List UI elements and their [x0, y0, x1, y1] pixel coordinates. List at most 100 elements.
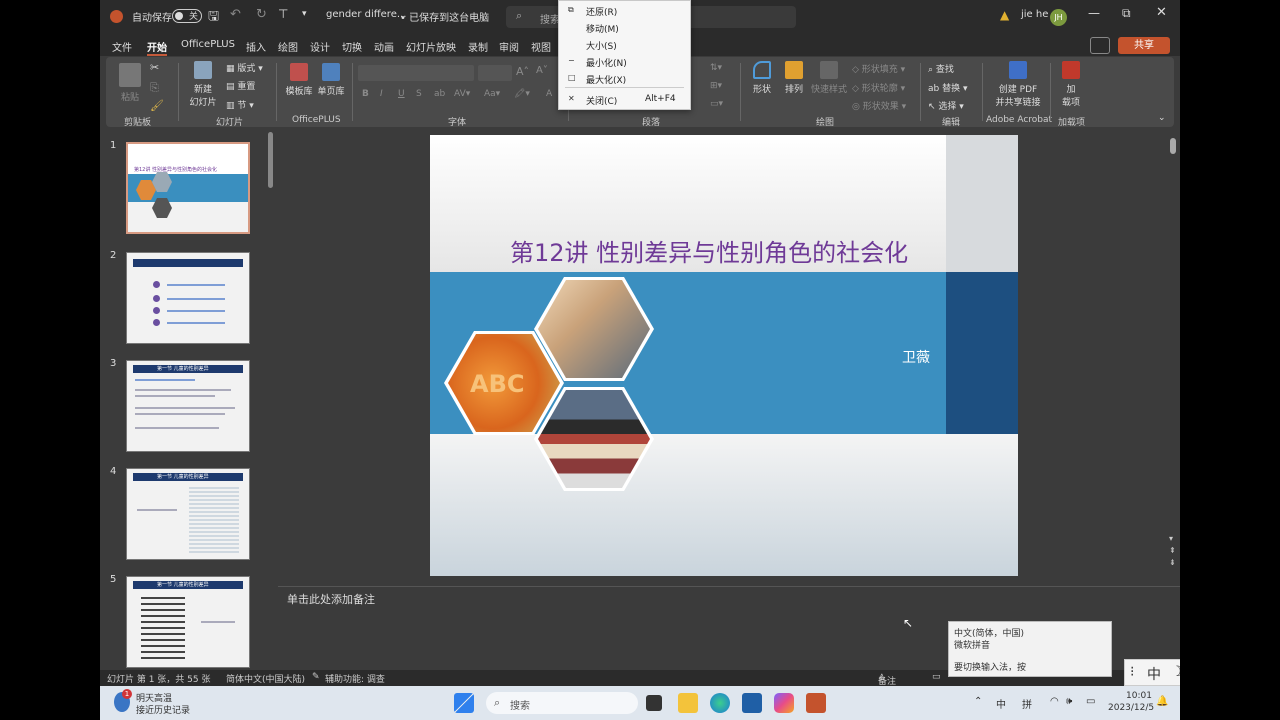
menu-item-move[interactable]: 移动(M) — [559, 19, 690, 36]
quick-styles-button[interactable]: 快速样式 — [810, 61, 848, 95]
shape-outline-button[interactable]: ◇ 形状轮廓 ▾ — [852, 81, 905, 94]
template-library-button[interactable]: 模板库 — [284, 63, 314, 97]
font-color-icon[interactable]: A — [546, 89, 552, 99]
addins-button[interactable]: 加 载项 — [1058, 61, 1084, 108]
customize-qat-icon[interactable]: ▾ — [302, 9, 307, 19]
ime-lang-2[interactable]: 拼 — [1022, 696, 1032, 711]
font-size-select[interactable] — [478, 65, 512, 81]
create-pdf-button[interactable]: 创建 PDF 并共享链接 — [992, 61, 1044, 108]
normal-view-icon[interactable]: ▭ — [932, 672, 941, 682]
replace-button[interactable]: ab 替换 ▾ — [928, 81, 968, 94]
wifi-icon[interactable]: ◠ — [1050, 696, 1059, 707]
select-button[interactable]: ↖ 选择 ▾ — [928, 99, 964, 112]
menu-item-size[interactable]: 大小(S) — [559, 36, 690, 53]
tab-view[interactable]: 视图 — [531, 39, 551, 54]
tab-slideshow[interactable]: 幻灯片放映 — [406, 39, 456, 54]
taskbar-search[interactable]: ⌕ 搜索 — [486, 692, 638, 714]
file-name[interactable]: gender differe... — [326, 9, 406, 20]
start-windows-icon[interactable] — [454, 693, 474, 713]
redo-icon[interactable]: ↻ — [256, 7, 267, 22]
strikethrough-icon[interactable]: S — [416, 89, 422, 99]
menu-item-maximize[interactable]: □ 最大化(X) — [559, 70, 690, 87]
char-spacing-icon[interactable]: ab — [434, 89, 445, 99]
thumbnail-slide-1[interactable]: 第12讲 性别差异与性别角色的社会化 — [126, 142, 250, 234]
grow-font-icon[interactable]: A˄ — [516, 65, 529, 78]
copilot-icon[interactable] — [774, 693, 794, 713]
tab-design[interactable]: 设计 — [310, 39, 330, 54]
reset-button[interactable]: ▤ 重置 — [226, 79, 255, 92]
format-painter-icon[interactable]: 🖌 — [150, 99, 164, 112]
clock-time[interactable]: 10:01 — [1126, 691, 1152, 701]
ime-mode-toggle[interactable]: 中 — [1147, 664, 1161, 684]
file-explorer-icon[interactable] — [678, 693, 698, 713]
shrink-font-icon[interactable]: A˅ — [536, 65, 548, 76]
language-status[interactable]: 简体中文(中国大陆) — [226, 672, 305, 685]
copy-icon[interactable]: ⎘ — [150, 81, 159, 95]
font-name-select[interactable] — [358, 65, 474, 81]
share-button[interactable]: 共享 — [1118, 37, 1170, 54]
highlight-icon[interactable]: 🖍▾ — [514, 89, 530, 99]
store-icon[interactable] — [742, 693, 762, 713]
powerpoint-taskbar-icon[interactable] — [806, 693, 826, 713]
cut-icon[interactable]: ✂ — [150, 61, 159, 74]
tab-insert[interactable]: 插入 — [246, 39, 266, 54]
volume-icon[interactable]: 🕪 — [1066, 696, 1072, 707]
present-icon[interactable]: ⊤ — [278, 7, 288, 21]
italic-icon[interactable]: I — [380, 89, 383, 99]
menu-item-restore[interactable]: ⧉ 还原(R) — [559, 2, 690, 19]
shape-effects-button[interactable]: ◎ 形状效果 ▾ — [852, 99, 906, 112]
ime-moon-icon[interactable]: ☽ — [1171, 664, 1180, 680]
edge-icon[interactable] — [710, 693, 730, 713]
tab-review[interactable]: 审阅 — [499, 39, 519, 54]
save-status[interactable]: • 已保存到这台电脑 — [400, 9, 489, 24]
tab-record[interactable]: 录制 — [468, 39, 488, 54]
thumbnail-slide-3[interactable]: 第一节 儿童的性别差异 — [126, 360, 250, 452]
menu-item-minimize[interactable]: − 最小化(N) — [559, 53, 690, 70]
restore-icon[interactable]: ⧉ — [1122, 6, 1131, 21]
tab-file[interactable]: 文件 — [112, 39, 132, 54]
thumbnails-scrollbar[interactable] — [268, 128, 274, 668]
avatar[interactable]: JH — [1050, 9, 1067, 26]
next-slide-icon[interactable]: ⇟ — [1169, 558, 1176, 567]
tab-transitions[interactable]: 切换 — [342, 39, 362, 54]
find-button[interactable]: ⌕ 查找 — [928, 62, 954, 75]
battery-icon[interactable]: ▭ — [1086, 696, 1095, 707]
undo-icon[interactable]: ↶ — [230, 7, 241, 22]
close-icon[interactable]: ✕ — [1156, 5, 1167, 20]
tab-home[interactable]: 开始 — [147, 39, 167, 56]
align-text-icon[interactable]: ⊞▾ — [710, 81, 722, 91]
new-slide-button[interactable]: 新建 幻灯片 — [186, 61, 220, 108]
slide-1-canvas[interactable]: 第12讲 性别差异与性别角色的社会化 卫薇 ABC — [430, 135, 1018, 576]
tab-animations[interactable]: 动画 — [374, 39, 394, 54]
ime-lang-1[interactable]: 中 — [996, 696, 1006, 711]
tab-draw[interactable]: 绘图 — [278, 39, 298, 54]
menu-item-close[interactable]: ✕ 关闭(C) Alt+F4 — [559, 91, 690, 108]
tab-officeplus[interactable]: OfficePLUS — [181, 39, 235, 50]
warning-icon[interactable]: ▲ — [1000, 8, 1009, 22]
minimize-icon[interactable]: — — [1088, 6, 1100, 20]
arrange-button[interactable]: 排列 — [780, 61, 808, 95]
shapes-button[interactable]: 形状 — [748, 61, 776, 95]
text-shadow-icon[interactable]: AV▾ — [454, 89, 470, 99]
underline-icon[interactable]: U — [398, 89, 405, 99]
accessibility-icon[interactable]: ✎ — [312, 672, 320, 682]
smartart-icon[interactable]: ▭▾ — [710, 99, 723, 109]
weather-line2[interactable]: 接近历史记录 — [136, 703, 190, 716]
section-button[interactable]: ▥ 节 ▾ — [226, 98, 254, 111]
change-case-icon[interactable]: Aa▾ — [484, 89, 500, 99]
paste-button[interactable]: 粘贴 — [116, 63, 144, 103]
prev-slide-icon[interactable]: ⇞ — [1169, 546, 1176, 555]
ime-grip-icon[interactable]: ⁝ — [1130, 664, 1134, 680]
layout-button[interactable]: ▦ 版式 ▾ — [226, 61, 263, 74]
canvas-scrollbar-thumb[interactable] — [1170, 138, 1176, 154]
thumbnail-slide-5[interactable]: 第一节 儿童的性别差异 — [126, 576, 250, 668]
clock-date[interactable]: 2023/12/5 — [1108, 703, 1154, 713]
save-icon[interactable]: 🖫 — [208, 7, 219, 29]
scrollbar-thumb[interactable] — [268, 132, 273, 188]
thumbnail-slide-4[interactable]: 第一节 儿童的性别差异 — [126, 468, 250, 560]
notification-bell-icon[interactable]: 🔔 — [1156, 696, 1168, 707]
slide-author[interactable]: 卫薇 — [902, 347, 930, 367]
bold-icon[interactable]: B — [362, 89, 369, 99]
collapse-ribbon-icon[interactable]: ⌄ — [1158, 113, 1166, 123]
task-view-icon[interactable] — [646, 695, 662, 711]
